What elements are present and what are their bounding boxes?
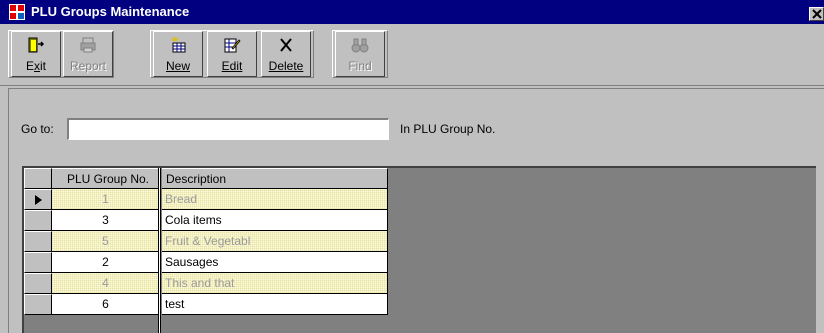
exit-label: x xyxy=(34,59,40,73)
cell-description[interactable]: Cola items xyxy=(162,210,388,231)
cell-plu-group-no[interactable]: 5 xyxy=(52,231,160,252)
window-title: PLU Groups Maintenance xyxy=(31,4,190,19)
cell-plu-group-no[interactable]: 3 xyxy=(52,210,160,231)
find-button[interactable]: Find xyxy=(335,31,385,77)
edit-record-icon xyxy=(224,38,241,53)
cell-plu-group-no[interactable]: 1 xyxy=(52,189,160,210)
column-header-plu-group-no[interactable]: PLU Group No. xyxy=(52,168,160,189)
binoculars-icon xyxy=(351,38,369,53)
current-row-arrow-icon xyxy=(35,195,42,205)
close-icon xyxy=(812,9,822,19)
cell-description[interactable]: test xyxy=(162,294,388,315)
delete-label: Delete xyxy=(268,59,304,73)
new-label: New xyxy=(165,59,190,73)
goto-input[interactable] xyxy=(67,118,389,140)
header-indicator-cell xyxy=(24,168,52,189)
row-selector-cell[interactable] xyxy=(24,273,52,294)
goto-label: Go to: xyxy=(21,122,54,136)
cell-plu-group-no[interactable]: 6 xyxy=(52,294,160,315)
cell-description[interactable]: This and that xyxy=(162,273,388,294)
edit-button[interactable]: Edit xyxy=(207,31,257,77)
report-label: Report xyxy=(69,59,107,73)
cell-plu-group-no[interactable]: 2 xyxy=(52,252,160,273)
exit-door-icon xyxy=(28,37,45,53)
row-selector-cell[interactable] xyxy=(24,210,52,231)
row-selector-cell[interactable] xyxy=(24,252,52,273)
report-button[interactable]: Report xyxy=(63,31,113,77)
new-record-icon xyxy=(171,37,186,53)
edit-label: Edit xyxy=(221,59,243,73)
title-bar: PLU Groups Maintenance xyxy=(0,0,824,24)
close-button[interactable] xyxy=(809,7,824,21)
exit-button[interactable]: Exit xyxy=(11,31,61,77)
find-label: Find xyxy=(348,59,372,73)
toolbar: Exit Report New Edit Delete Find xyxy=(0,24,824,86)
delete-button[interactable]: Delete xyxy=(261,31,311,77)
cell-description[interactable]: Sausages xyxy=(162,252,388,273)
row-selector-cell[interactable] xyxy=(24,189,52,210)
cell-description[interactable]: Fruit & Vegetabl xyxy=(162,231,388,252)
toolbar-group-search: Find xyxy=(332,30,388,78)
printer-icon xyxy=(80,37,96,53)
new-button[interactable]: New xyxy=(153,31,203,77)
goto-field-hint: In PLU Group No. xyxy=(400,122,496,136)
cell-description[interactable]: Bread xyxy=(162,189,388,210)
plu-app-icon xyxy=(9,4,25,20)
plu-groups-grid[interactable]: PLU Group No. Description 1 Bread 3 Cola it… xyxy=(22,166,816,333)
column-freeze-divider xyxy=(158,168,161,333)
toolbar-group-edit: New Edit Delete xyxy=(150,30,314,78)
row-selector-cell[interactable] xyxy=(24,231,52,252)
column-header-description[interactable]: Description xyxy=(162,168,388,189)
cell-plu-group-no[interactable]: 4 xyxy=(52,273,160,294)
toolbar-group-file: Exit Report xyxy=(8,30,114,78)
row-selector-cell[interactable] xyxy=(24,294,52,315)
delete-x-icon xyxy=(280,38,292,52)
